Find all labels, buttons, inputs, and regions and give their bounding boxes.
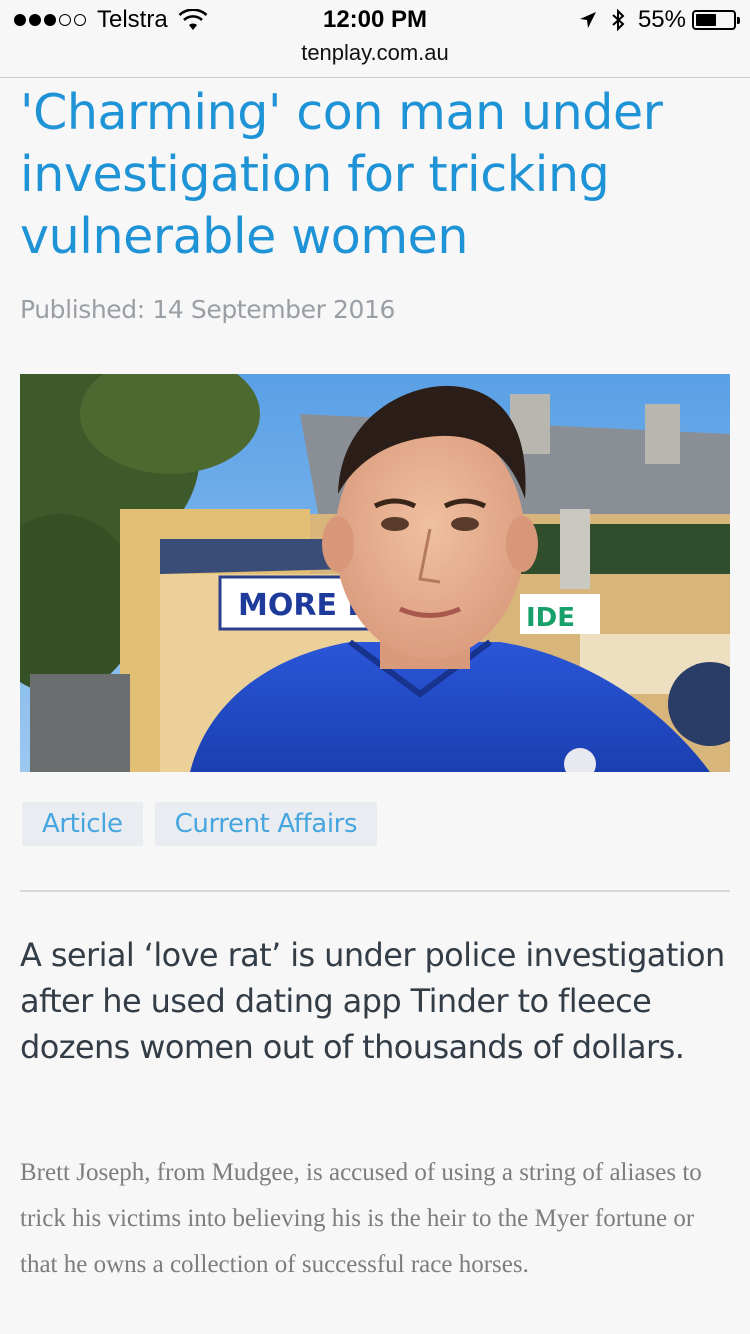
article-lead: A serial ‘love rat’ is under police inve…	[20, 936, 725, 1066]
location-arrow-icon	[579, 12, 596, 28]
divider	[20, 890, 730, 892]
battery-icon	[692, 10, 740, 30]
hero-sign-text-right: IDE	[526, 603, 575, 633]
url-text[interactable]: tenplay.com.au	[301, 40, 449, 65]
tag-article[interactable]: Article	[22, 802, 143, 846]
battery-percentage: 55%	[637, 6, 686, 33]
article: 'Charming' con man under investigation f…	[20, 80, 730, 1278]
article-body: Brett Joseph, from Mudgee, is accused of…	[20, 1159, 702, 1278]
status-bar-right: 55%	[578, 6, 740, 34]
bluetooth-icon	[612, 8, 625, 32]
hero-image[interactable]: MORE E IDE	[20, 374, 730, 772]
published-date: Published: 14 September 2016	[20, 295, 396, 324]
tag-list: Article Current Affairs	[22, 802, 389, 846]
article-headline: 'Charming' con man under investigation f…	[20, 84, 663, 265]
url-bar[interactable]: tenplay.com.au	[0, 40, 750, 78]
hero-photo-illustration: MORE E IDE	[20, 374, 730, 772]
status-bar: Telstra 12:00 PM 55%	[0, 0, 750, 40]
tag-current-affairs[interactable]: Current Affairs	[154, 802, 378, 846]
